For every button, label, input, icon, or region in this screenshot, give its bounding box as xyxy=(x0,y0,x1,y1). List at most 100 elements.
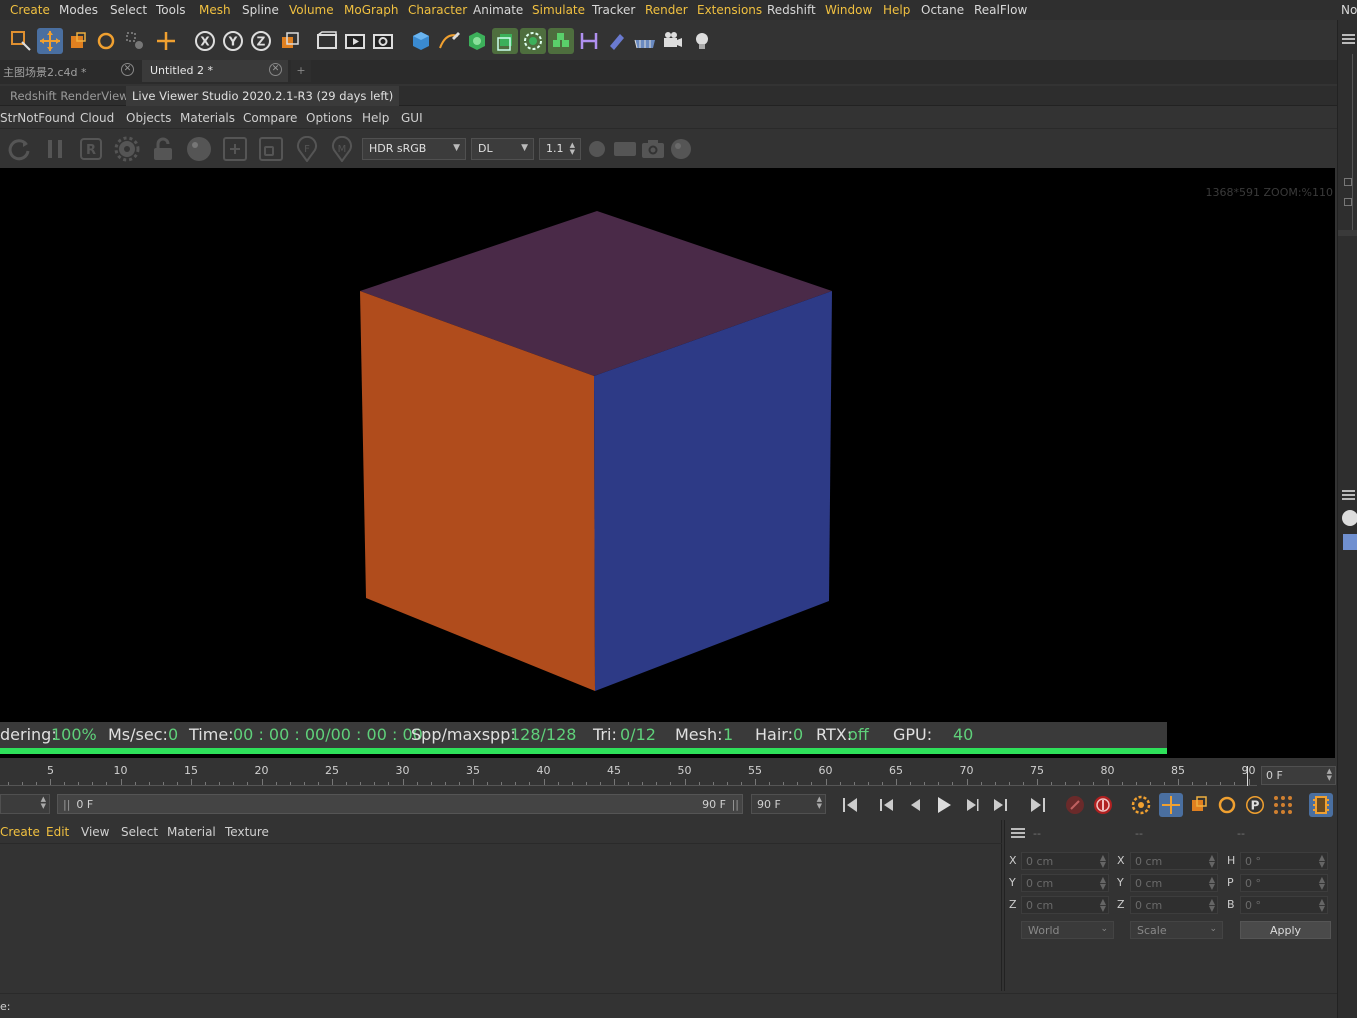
go-to-start-icon[interactable] xyxy=(838,793,862,817)
size-y-field[interactable]: 0 cm ▲ ▼ xyxy=(1130,874,1218,892)
subdivision-surface-icon[interactable] xyxy=(464,28,490,54)
next-frame-icon[interactable] xyxy=(960,793,984,817)
y-axis-lock-icon[interactable]: Y xyxy=(220,28,246,54)
menu-window[interactable]: Window xyxy=(825,3,872,17)
menu-redshift[interactable]: Redshift xyxy=(767,3,816,17)
tab-live-viewer-studio[interactable]: Live Viewer Studio 2020.2.1-R3 (29 days … xyxy=(126,86,400,106)
attribute-tab-icon[interactable] xyxy=(1343,534,1357,550)
menu-render[interactable]: Render xyxy=(645,3,688,17)
cube-object-icon[interactable] xyxy=(408,28,434,54)
scale-key-icon[interactable] xyxy=(1187,793,1211,817)
parameter-key-icon[interactable]: P xyxy=(1243,793,1267,817)
recent-tool-icon[interactable] xyxy=(122,28,148,54)
rv-menu-help[interactable]: Help xyxy=(362,111,389,125)
doc-tab-untitled[interactable]: Untitled 2 * ✕ xyxy=(142,60,288,82)
light-icon[interactable] xyxy=(689,28,715,54)
deformer-icon[interactable] xyxy=(576,28,602,54)
rot-p-field[interactable]: 0 ° ▲ ▼ xyxy=(1240,874,1328,892)
record-keys-icon[interactable] xyxy=(1063,793,1087,817)
add-region-icon[interactable] xyxy=(222,136,248,162)
pos-z-field[interactable]: 0 cm ▲ ▼ xyxy=(1021,896,1109,914)
camera-icon[interactable] xyxy=(660,28,686,54)
zoom-stepper[interactable]: 1.1 ▲ ▼ xyxy=(539,138,581,160)
refresh-icon[interactable] xyxy=(6,136,32,162)
next-key-icon[interactable] xyxy=(988,793,1012,817)
dock-handle-icon[interactable] xyxy=(1344,178,1352,186)
focus-pin-icon[interactable]: F xyxy=(294,136,320,162)
cloner-icon[interactable] xyxy=(520,28,546,54)
go-to-end-icon[interactable] xyxy=(1026,793,1050,817)
render-mode-select[interactable]: DL ▼ xyxy=(471,138,534,160)
menu-tracker[interactable]: Tracker xyxy=(592,3,635,17)
color-space-select[interactable]: HDR sRGB ▼ xyxy=(362,138,466,160)
previous-key-icon[interactable] xyxy=(875,793,899,817)
playhead-marker[interactable] xyxy=(1247,766,1248,786)
menu-realflow[interactable]: RealFlow xyxy=(974,3,1027,17)
render-settings-icon[interactable] xyxy=(370,28,396,54)
attribute-mode-icon[interactable] xyxy=(1342,510,1357,526)
settings-gear-icon[interactable] xyxy=(114,136,140,162)
scale-tool-icon[interactable] xyxy=(65,28,91,54)
timeline-window-icon[interactable] xyxy=(1309,793,1333,817)
menu-spline[interactable]: Spline xyxy=(242,3,279,17)
pos-y-field[interactable]: 0 cm ▲ ▼ xyxy=(1021,874,1109,892)
material-manager[interactable]: Create Edit View Select Material Texture xyxy=(0,820,1002,991)
rv-menu-materials[interactable]: Materials xyxy=(180,111,235,125)
lock-icon[interactable] xyxy=(150,136,176,162)
menu-mesh[interactable]: Mesh xyxy=(199,3,231,17)
bucket-icon[interactable] xyxy=(612,136,638,162)
mat-menu-view[interactable]: View xyxy=(81,825,109,839)
point-level-animation-icon[interactable] xyxy=(1271,793,1295,817)
menu-tools[interactable]: Tools xyxy=(156,3,186,17)
render-to-picture-viewer-icon[interactable] xyxy=(342,28,368,54)
coordinate-space-select[interactable]: World ⌄ xyxy=(1021,921,1114,939)
coordinate-system-icon[interactable] xyxy=(277,28,303,54)
add-tab-button[interactable]: + xyxy=(291,60,311,82)
hamburger-menu-icon[interactable] xyxy=(1342,34,1355,44)
rotation-key-icon[interactable] xyxy=(1215,793,1239,817)
mat-menu-material[interactable]: Material xyxy=(167,825,216,839)
spline-pen-icon[interactable] xyxy=(436,28,462,54)
floor-icon[interactable] xyxy=(632,28,658,54)
hamburger-menu-icon[interactable] xyxy=(1342,490,1355,500)
hamburger-menu-icon[interactable] xyxy=(1011,828,1025,838)
mat-menu-texture[interactable]: Texture xyxy=(225,825,269,839)
close-icon[interactable]: ✕ xyxy=(269,63,282,76)
z-axis-lock-icon[interactable]: Z xyxy=(248,28,274,54)
apply-button[interactable]: Apply xyxy=(1240,921,1331,939)
snapshot-camera-icon[interactable] xyxy=(640,136,666,162)
rot-h-field[interactable]: 0 ° ▲ ▼ xyxy=(1240,852,1328,870)
doc-tab-scene[interactable]: 主图场景2.c4d * ✕ xyxy=(0,60,140,82)
menu-create[interactable]: Create xyxy=(10,3,50,17)
menu-overflow[interactable]: No xyxy=(1341,3,1357,17)
material-pin-icon[interactable]: M xyxy=(329,136,355,162)
menu-simulate[interactable]: Simulate xyxy=(532,3,585,17)
menu-character[interactable]: Character xyxy=(408,3,467,17)
field-icon[interactable] xyxy=(604,28,630,54)
menu-select[interactable]: Select xyxy=(110,3,147,17)
mat-menu-edit[interactable]: Edit xyxy=(46,825,69,839)
pause-icon[interactable] xyxy=(42,136,68,162)
size-x-field[interactable]: 0 cm ▲ ▼ xyxy=(1130,852,1218,870)
menu-octane[interactable]: Octane xyxy=(921,3,964,17)
menu-mograph[interactable]: MoGraph xyxy=(344,3,399,17)
mat-menu-create[interactable]: Create xyxy=(0,825,40,839)
play-icon[interactable] xyxy=(931,793,955,817)
previous-frame-icon[interactable] xyxy=(903,793,927,817)
end-frame-field[interactable]: 90 F ▲ ▼ xyxy=(751,794,826,814)
world-axis-icon[interactable] xyxy=(153,28,179,54)
material-sphere-icon[interactable] xyxy=(186,136,212,162)
rv-menu-gui[interactable]: GUI xyxy=(401,111,423,125)
dock-scrollbar[interactable] xyxy=(1352,54,1357,234)
tab-redshift-renderview[interactable]: Redshift RenderView xyxy=(4,86,135,106)
size-z-field[interactable]: 0 cm ▲ ▼ xyxy=(1130,896,1218,914)
menu-help[interactable]: Help xyxy=(883,3,910,17)
move-tool-icon[interactable] xyxy=(37,28,63,54)
crop-region-icon[interactable] xyxy=(258,136,284,162)
sphere-preview-icon[interactable] xyxy=(669,136,695,162)
size-mode-select[interactable]: Scale ⌄ xyxy=(1130,921,1223,939)
current-frame-field[interactable]: 0 F ▲ ▼ xyxy=(1261,766,1336,785)
frame-range-slider[interactable]: || 0 F 90 F || xyxy=(57,794,743,814)
menu-modes[interactable]: Modes xyxy=(59,3,98,17)
live-selection-icon[interactable] xyxy=(8,28,34,54)
